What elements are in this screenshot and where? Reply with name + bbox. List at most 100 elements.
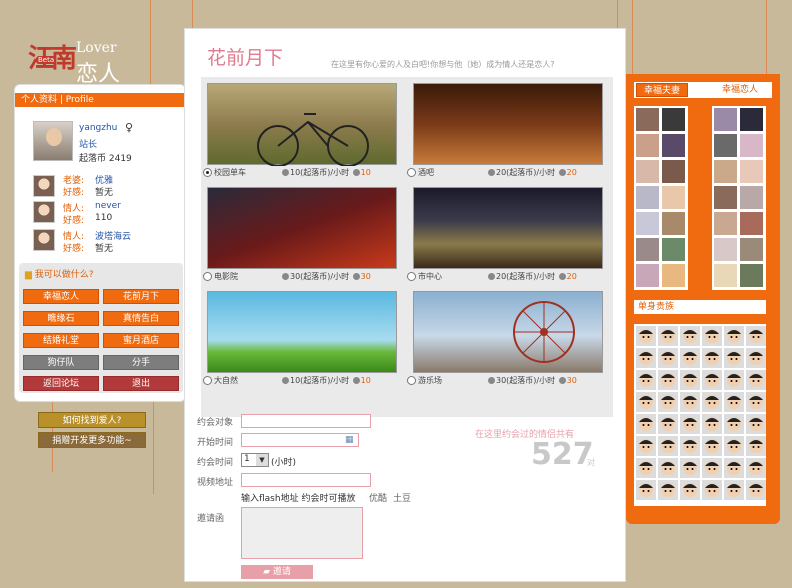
coin-icon [282, 169, 289, 176]
stats-count: 527 [531, 437, 594, 472]
profile-header: 个人资料 | Profile [15, 93, 187, 107]
avatar[interactable] [662, 160, 685, 183]
scene-image-amusement-park[interactable] [413, 291, 603, 373]
confession-button[interactable]: 真情告白 [103, 311, 179, 326]
actions-title-text: 我可以做什么? [34, 270, 94, 280]
scene-caption: 酒吧 [407, 167, 434, 178]
paparazzi-button[interactable]: 狗仔队 [23, 355, 99, 370]
avatar[interactable] [636, 264, 659, 287]
avatar[interactable] [714, 238, 737, 261]
avatar[interactable] [636, 212, 659, 235]
avatar[interactable] [636, 160, 659, 183]
avatar[interactable] [740, 186, 763, 209]
scene-radio[interactable] [407, 272, 416, 281]
tab-happy-couples[interactable]: 幸福夫妻 [636, 83, 688, 97]
scene-price-text: 30(起落币)/小时 [290, 272, 350, 281]
relation-affinity: 110 [95, 213, 113, 223]
couple-avatar-column [634, 106, 688, 290]
avatar[interactable] [740, 238, 763, 261]
duration-label: 约会时间 [197, 458, 234, 468]
logo-en: Lover [76, 40, 117, 56]
scene-image-cinema[interactable] [207, 187, 397, 269]
avatar[interactable] [636, 238, 659, 261]
relation-avatar[interactable] [33, 175, 55, 197]
avatar[interactable] [636, 186, 659, 209]
site-logo[interactable]: 江南 Beta Lover 恋人 [28, 38, 158, 88]
avatar[interactable] [740, 212, 763, 235]
ferris-wheel-icon [513, 301, 575, 363]
avatar[interactable] [714, 212, 737, 235]
scene-image-campus-bike[interactable] [207, 83, 397, 167]
invite-textarea[interactable] [241, 507, 363, 559]
avatar[interactable] [714, 186, 737, 209]
avatar[interactable] [714, 108, 737, 131]
scene-radio[interactable] [407, 376, 416, 385]
tab-happy-lovers[interactable]: 幸福恋人 [714, 83, 766, 97]
avatar[interactable] [662, 238, 685, 261]
youku-link[interactable]: 优酷 [369, 491, 387, 504]
flower-moon-button[interactable]: 花前月下 [103, 289, 179, 304]
logo-beta-badge: Beta [36, 56, 57, 64]
hanging-string [617, 0, 618, 30]
invite-button[interactable]: ▰ 邀请 [241, 565, 313, 579]
relation-avatar[interactable] [33, 229, 55, 251]
relation-avatar[interactable] [33, 201, 55, 223]
avatar[interactable] [714, 134, 737, 157]
avatar[interactable] [740, 134, 763, 157]
avatar[interactable] [662, 212, 685, 235]
avatar[interactable] [662, 134, 685, 157]
scene-radio[interactable] [407, 168, 416, 177]
logout-button[interactable]: 退出 [103, 376, 179, 391]
duration-unit: (小时) [271, 458, 297, 468]
start-time-input[interactable] [241, 433, 359, 447]
scene-grid: 校园单车 10(起落币)/小时 10 酒吧 20(起落币)/小时 20 电影院 … [201, 77, 613, 417]
relation-name[interactable]: never [95, 201, 121, 211]
folder-icon: ▆ [25, 270, 32, 280]
avatar[interactable] [740, 108, 763, 131]
invite-button-label: 邀请 [272, 567, 291, 577]
scene-image-bar[interactable] [413, 83, 603, 165]
how-to-find-love-button[interactable]: 如何找到爱人? [38, 412, 146, 428]
video-input[interactable] [241, 473, 371, 487]
couple-avatar-column [712, 106, 766, 290]
donate-button[interactable]: 捐赠开发更多功能~ [38, 432, 146, 448]
avatar[interactable] [662, 186, 685, 209]
scene-radio[interactable] [203, 376, 212, 385]
avatar[interactable] [740, 160, 763, 183]
scene-radio[interactable] [203, 272, 212, 281]
avatar[interactable] [636, 108, 659, 131]
stats-unit: 对 [587, 458, 595, 467]
scene-image-downtown[interactable] [413, 187, 603, 269]
right-panel: 幸福夫妻 幸福恋人 单身贵族 [626, 74, 780, 524]
avatar[interactable] [33, 121, 73, 161]
gender-icon: ♀ [125, 121, 134, 134]
username[interactable]: yangzhu [79, 123, 117, 133]
avatar[interactable] [714, 264, 737, 287]
honeymoon-hotel-button[interactable]: 蜜月酒店 [103, 333, 179, 348]
avatar[interactable] [740, 264, 763, 287]
breakup-button[interactable]: 分手 [103, 355, 179, 370]
avatar[interactable] [662, 108, 685, 131]
scene-name: 游乐场 [418, 376, 442, 385]
back-to-forum-button[interactable]: 返回论坛 [23, 376, 99, 391]
duration-select[interactable]: 1 ▼ [241, 453, 269, 467]
scene-radio[interactable] [203, 168, 212, 177]
relation-affinity: 暂无 [95, 188, 114, 198]
fate-stone-button[interactable]: 瞧缘石 [23, 311, 99, 326]
relation-affinity-label: 好感: [63, 216, 85, 226]
avatar[interactable] [636, 134, 659, 157]
scene-price-text: 20(起落币)/小时 [496, 272, 556, 281]
page-subtitle: 在这里有你心爱的人及白吧!你想与他（她）成为情人还是恋人? [331, 60, 555, 69]
wedding-hall-button[interactable]: 结婚礼堂 [23, 333, 99, 348]
calendar-icon[interactable]: ▦ [345, 435, 354, 445]
happy-lovers-button[interactable]: 幸福恋人 [23, 289, 99, 304]
scene-price: 20(起落币)/小时 20 [487, 271, 577, 282]
avatar[interactable] [662, 264, 685, 287]
scene-image-nature[interactable] [207, 291, 397, 373]
tudou-link[interactable]: 土豆 [393, 491, 411, 504]
user-role: 站长 [79, 140, 98, 150]
invite-label: 邀请函 [197, 514, 225, 524]
target-input[interactable] [241, 414, 371, 428]
scene-caption: 电影院 [203, 271, 238, 282]
avatar[interactable] [714, 160, 737, 183]
